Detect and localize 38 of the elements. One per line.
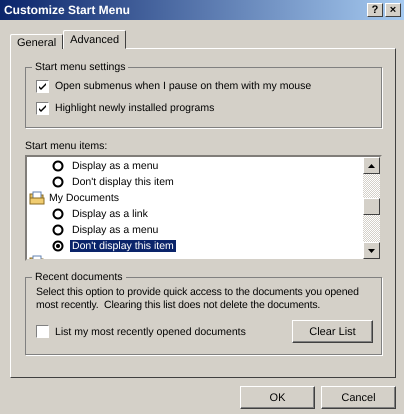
window-title: Customize Start Menu: [4, 3, 132, 17]
checkbox[interactable]: [36, 80, 49, 92]
group-title: Start menu settings: [34, 61, 126, 73]
check-icon: [38, 104, 47, 112]
list-label: Start menu items:: [25, 140, 108, 152]
close-button[interactable]: ×: [385, 3, 401, 17]
scroll-thumb[interactable]: [363, 198, 380, 215]
scrollbar[interactable]: [363, 157, 380, 259]
checkbox-label[interactable]: Highlight newly installed programs: [55, 102, 214, 114]
checkbox-label[interactable]: List my most recently opened documents: [55, 326, 246, 338]
check-icon: [38, 82, 47, 90]
radio-button[interactable]: [52, 176, 64, 188]
help-button[interactable]: ?: [367, 3, 383, 17]
scroll-down-button[interactable]: [363, 242, 380, 259]
option-label[interactable]: Display as a menu: [70, 224, 160, 236]
radio-button[interactable]: [52, 160, 64, 172]
clear-list-button[interactable]: Clear List: [292, 320, 373, 343]
description: Select this option to provide quick access to the documents you opened most recently. Clearing this list does not delete the documents.: [36, 286, 360, 312]
tab[interactable]: General: [10, 34, 64, 49]
scroll-up-button[interactable]: [363, 157, 380, 174]
option-label[interactable]: Don't display this item: [70, 240, 176, 252]
radio-button[interactable]: [52, 224, 64, 236]
group-title: Recent documents: [34, 271, 124, 283]
folder-icon: [29, 190, 45, 206]
radio-button[interactable]: [52, 240, 64, 252]
folder-label[interactable]: My Documents: [49, 192, 120, 204]
checkbox[interactable]: [36, 325, 49, 338]
checkbox-label[interactable]: Open submenus when I pause on them with my mouse: [55, 80, 312, 92]
tab[interactable]: Advanced: [63, 30, 126, 49]
dialog-button[interactable]: Cancel: [321, 386, 396, 409]
radio-button[interactable]: [52, 208, 64, 220]
checkbox[interactable]: [36, 102, 49, 114]
dialog-button[interactable]: OK: [240, 386, 315, 409]
option-label[interactable]: Don't display this item: [70, 176, 176, 188]
option-label[interactable]: Display as a menu: [70, 160, 160, 172]
up-arrow-icon: [368, 164, 375, 168]
down-arrow-icon: [368, 248, 375, 252]
option-label[interactable]: Display as a link: [70, 208, 150, 220]
